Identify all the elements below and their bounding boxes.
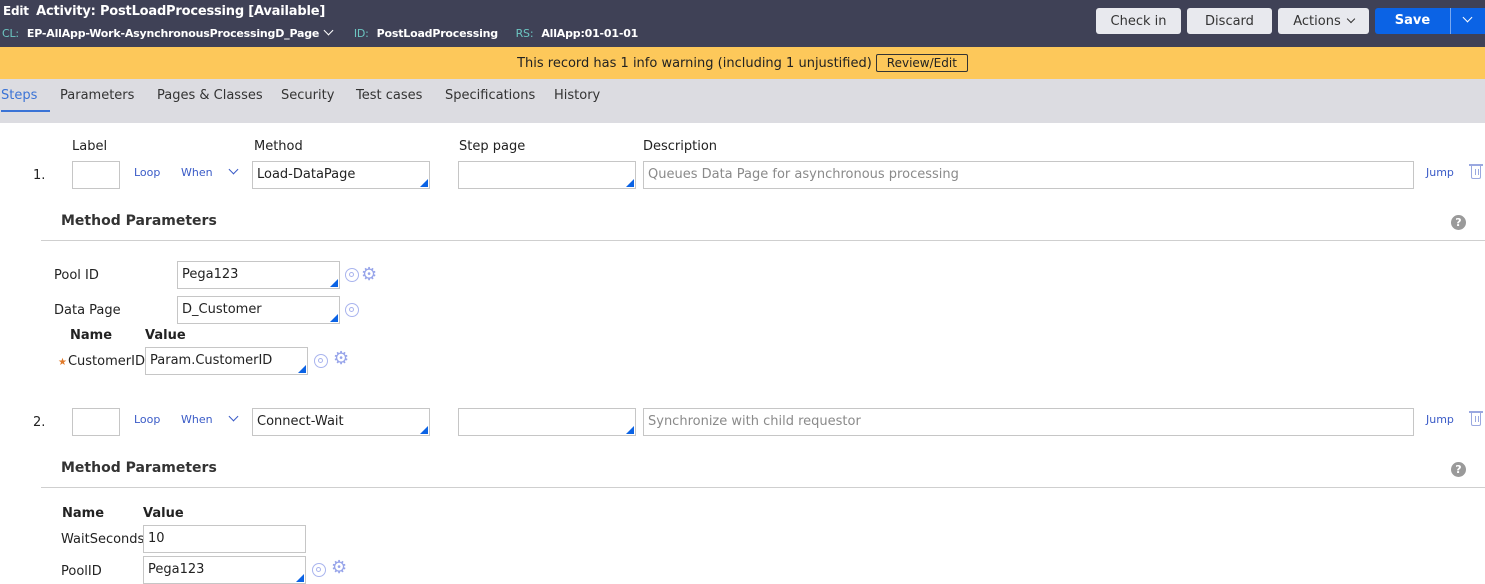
cl-key: CL:	[2, 27, 19, 40]
record-meta: CL: EP-AllApp-Work-AsynchronousProcessing…	[2, 25, 652, 40]
param-name: PoolID	[61, 564, 102, 579]
check-in-button[interactable]: Check in	[1096, 8, 1181, 34]
data-page-input[interactable]: D_Customer	[177, 296, 340, 324]
tab-steps[interactable]: Steps	[1, 88, 51, 112]
chevron-down-icon	[1346, 14, 1355, 24]
step-page-input[interactable]	[458, 408, 636, 436]
actions-button[interactable]: Actions	[1278, 8, 1369, 34]
tab-history[interactable]: History	[554, 88, 600, 103]
step-page-input[interactable]	[458, 161, 636, 189]
param-name: ★CustomerID	[58, 354, 145, 369]
when-link[interactable]: When	[181, 166, 213, 179]
param-value-input[interactable]: 10	[143, 525, 306, 553]
description-column-header: Description	[643, 139, 718, 154]
tab-specifications[interactable]: Specifications	[445, 88, 535, 103]
target-icon[interactable]	[345, 268, 359, 282]
jump-link[interactable]: Jump	[1426, 413, 1454, 426]
chevron-down-icon[interactable]	[228, 411, 239, 422]
when-link[interactable]: When	[181, 413, 213, 426]
record-title: Edit Activity: PostLoadProcessing [Avail…	[3, 4, 325, 19]
help-icon[interactable]: ?	[1451, 462, 1466, 477]
gear-icon[interactable]: ⚙	[331, 559, 347, 577]
chevron-down-icon[interactable]	[323, 25, 334, 36]
step-label-input[interactable]	[72, 408, 120, 436]
method-parameters-title: Method Parameters	[61, 213, 217, 229]
trash-icon[interactable]	[1469, 411, 1483, 426]
jump-link[interactable]: Jump	[1426, 166, 1454, 179]
tab-bar: Steps Parameters Pages & Classes Securit…	[0, 79, 1485, 123]
description-input[interactable]: Queues Data Page for asynchronous proces…	[643, 161, 1414, 189]
param-name: WaitSeconds	[61, 532, 145, 547]
step-label-input[interactable]	[72, 161, 120, 189]
target-icon[interactable]	[312, 563, 326, 577]
review-edit-button[interactable]: Review/Edit	[875, 54, 968, 72]
pool-id-label: Pool ID	[54, 268, 99, 283]
label-column-header: Label	[72, 139, 108, 154]
tab-pages-classes[interactable]: Pages & Classes	[157, 88, 263, 103]
trash-icon[interactable]	[1469, 164, 1483, 179]
discard-label: Discard	[1205, 13, 1254, 29]
edit-label: Edit	[3, 4, 29, 18]
method-input[interactable]: Load-DataPage	[252, 161, 430, 189]
warning-banner: This record has 1 info warning (includin…	[0, 47, 1485, 79]
name-header: Name	[62, 506, 105, 521]
divider	[41, 487, 1485, 488]
description-input[interactable]: Synchronize with child requestor	[643, 408, 1414, 436]
record-header: Edit Activity: PostLoadProcessing [Avail…	[0, 0, 1485, 47]
name-header: Name	[70, 328, 113, 343]
data-page-label: Data Page	[54, 303, 121, 318]
required-star-icon: ★	[58, 357, 67, 368]
method-input[interactable]: Connect-Wait	[252, 408, 430, 436]
loop-link[interactable]: Loop	[134, 166, 160, 179]
id-value: PostLoadProcessing	[376, 27, 498, 40]
step-number: 2.	[33, 415, 46, 430]
target-icon[interactable]	[314, 354, 328, 368]
tab-security[interactable]: Security	[281, 88, 334, 103]
method-column-header: Method	[254, 139, 303, 154]
id-key: ID:	[353, 27, 369, 40]
activity-title: Activity: PostLoadProcessing [Available]	[36, 4, 326, 19]
save-button[interactable]: Save	[1375, 13, 1450, 28]
param-name-text: CustomerID	[67, 354, 145, 369]
save-options-chevron-icon[interactable]	[1462, 12, 1473, 23]
divider	[41, 240, 1485, 241]
save-button-group: Save	[1375, 8, 1485, 34]
divider	[1450, 8, 1451, 34]
pool-id-input[interactable]: Pega123	[177, 261, 340, 289]
gear-icon[interactable]: ⚙	[333, 350, 349, 368]
step-page-column-header: Step page	[459, 139, 526, 154]
value-header: Value	[145, 328, 186, 343]
loop-link[interactable]: Loop	[134, 413, 160, 426]
method-parameters-title: Method Parameters	[61, 460, 217, 476]
help-icon[interactable]: ?	[1451, 215, 1466, 230]
step-number: 1.	[33, 168, 46, 183]
chevron-down-icon[interactable]	[228, 164, 239, 175]
param-value-input[interactable]: Param.CustomerID	[145, 347, 308, 375]
actions-label: Actions	[1293, 13, 1341, 29]
tab-test-cases[interactable]: Test cases	[356, 88, 422, 103]
cl-value[interactable]: EP-AllApp-Work-AsynchronousProcessingD_P…	[27, 27, 319, 40]
discard-button[interactable]: Discard	[1187, 8, 1272, 34]
tab-parameters[interactable]: Parameters	[60, 88, 134, 103]
param-value-input[interactable]: Pega123	[143, 556, 306, 584]
rs-key: RS:	[515, 27, 534, 40]
target-icon[interactable]	[345, 303, 359, 317]
value-header: Value	[143, 506, 184, 521]
check-in-label: Check in	[1110, 13, 1167, 29]
gear-icon[interactable]: ⚙	[361, 266, 377, 284]
rs-value: AllApp:01-01-01	[541, 27, 639, 40]
warning-text: This record has 1 info warning (includin…	[517, 55, 872, 71]
